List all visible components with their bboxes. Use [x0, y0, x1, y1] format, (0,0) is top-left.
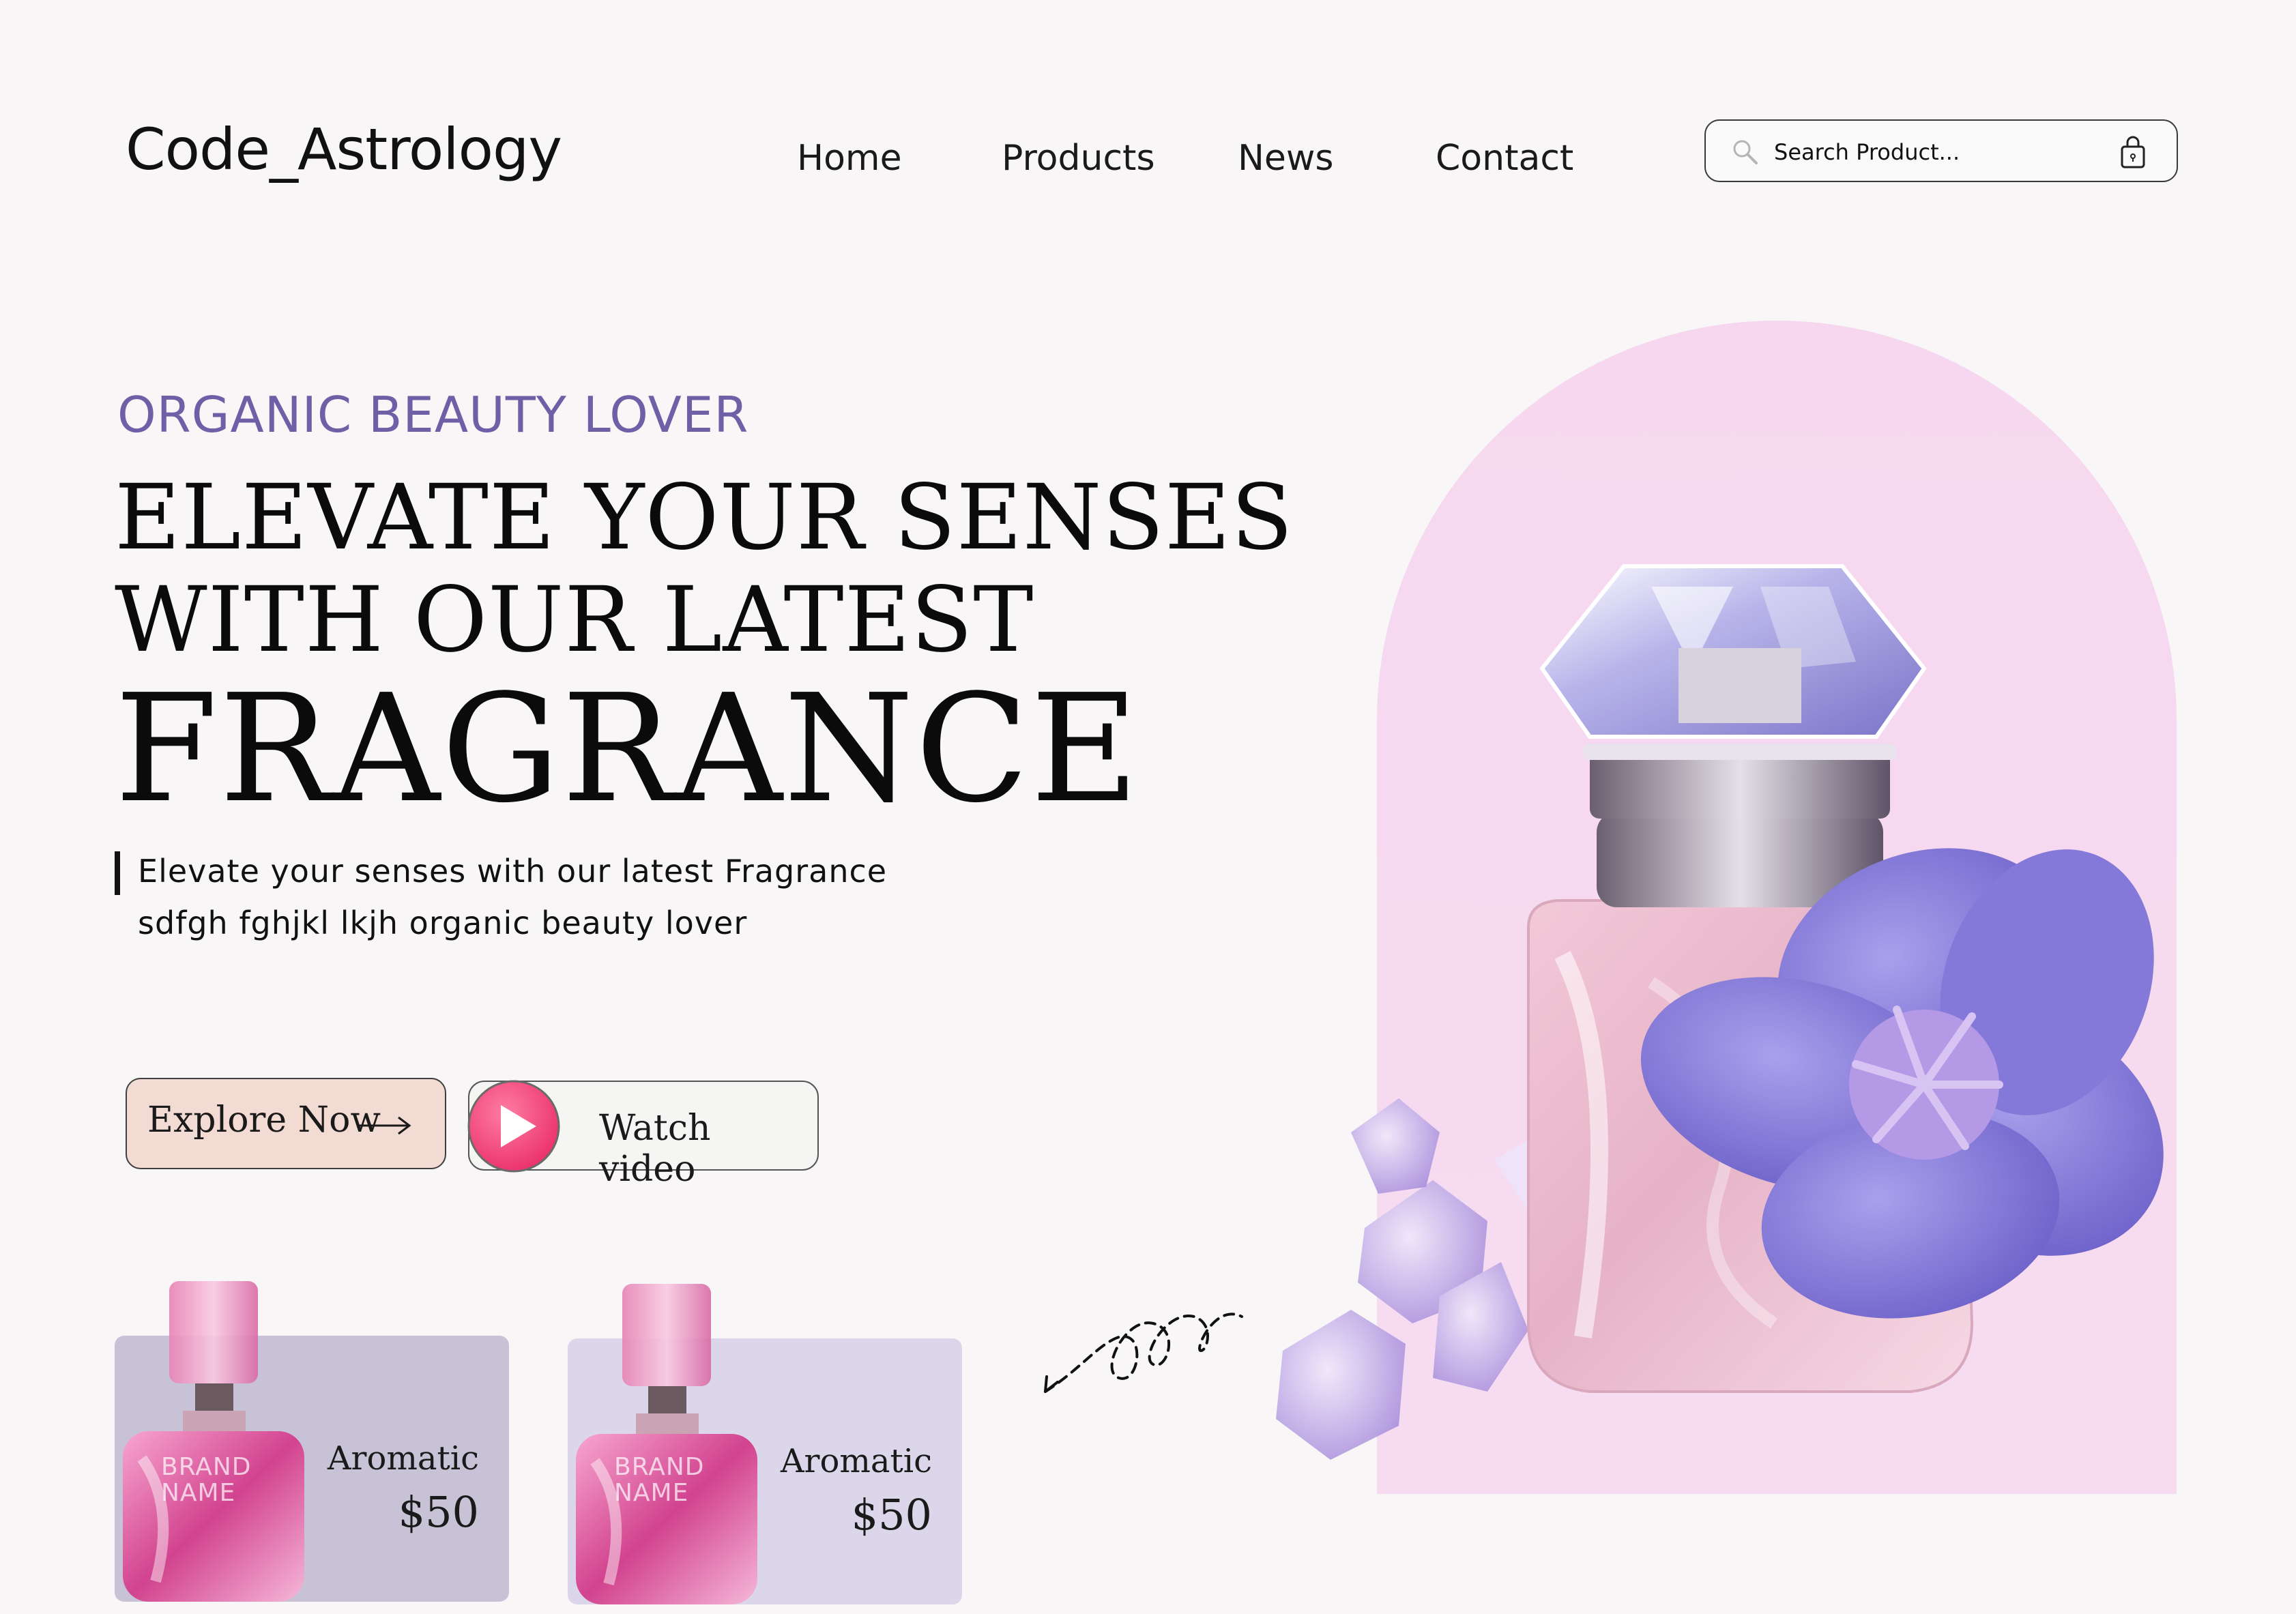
hero-headline-line2: WITH OUR LATEST	[115, 568, 1034, 673]
search-box	[1704, 119, 2178, 182]
product-name: Aromatic	[327, 1439, 479, 1478]
play-icon[interactable]	[467, 1079, 561, 1173]
product-price: $50	[398, 1487, 479, 1537]
nav-products[interactable]: Products	[1002, 138, 1155, 179]
hero-subtitle-line1: Elevate your senses with our latest Frag…	[138, 853, 888, 890]
dashed-arrow-doodle	[1044, 1312, 1243, 1393]
nav-news[interactable]: News	[1238, 138, 1334, 179]
hero-headline-line3: FRAGRANCE	[115, 663, 1141, 836]
bottle-brand-text: NAME	[614, 1479, 689, 1507]
hero-subtitle-line2: sdfgh fghjkl lkjh organic beauty lover	[138, 905, 748, 941]
arrow-right-icon	[358, 1116, 411, 1135]
nav-contact[interactable]: Contact	[1436, 138, 1573, 179]
watch-video-button[interactable]: Watch video	[467, 1079, 819, 1190]
nav-home[interactable]: Home	[797, 138, 902, 179]
subtitle-accent-bar	[115, 851, 120, 895]
explore-now-button[interactable]: Explore Now	[126, 1078, 446, 1169]
product-name: Aromatic	[780, 1442, 932, 1480]
perfume-bottle-image	[123, 1281, 304, 1602]
hero-eyebrow: ORGANIC BEAUTY LOVER	[117, 386, 749, 443]
bottle-brand-text: BRAND	[614, 1453, 705, 1481]
bottle-brand-text: BRAND	[161, 1453, 252, 1481]
product-card[interactable]: BRAND NAME Aromatic $50	[115, 1281, 509, 1602]
site-logo[interactable]: Code_Astrology	[126, 116, 562, 183]
shopping-bag-icon[interactable]	[2114, 133, 2152, 171]
search-input[interactable]	[1773, 133, 2103, 171]
watch-video-label: Watch video	[599, 1108, 711, 1190]
product-price: $50	[851, 1490, 932, 1540]
hero-headline-line1: ELEVATE YOUR SENSES	[115, 465, 1294, 570]
explore-now-label: Explore Now	[147, 1100, 381, 1141]
product-card[interactable]: BRAND NAME Aromatic $50	[568, 1284, 962, 1604]
hero-perfume-image	[1276, 564, 2164, 1460]
bottle-brand-text: NAME	[161, 1479, 236, 1507]
search-icon[interactable]	[1730, 137, 1760, 167]
perfume-bottle-image	[576, 1284, 757, 1604]
